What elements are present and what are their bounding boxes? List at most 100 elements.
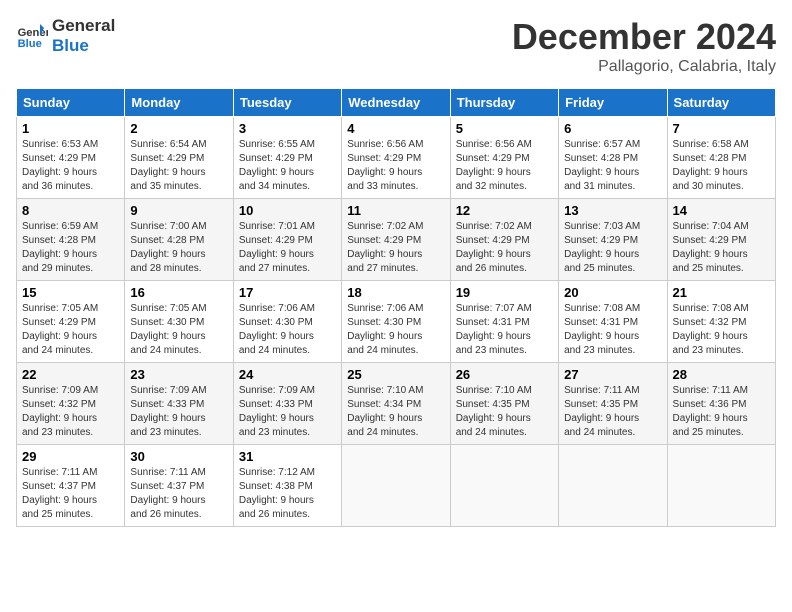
day-cell: 20Sunrise: 7:08 AMSunset: 4:31 PMDayligh… xyxy=(559,281,667,363)
weekday-wednesday: Wednesday xyxy=(342,89,450,117)
day-cell: 12Sunrise: 7:02 AMSunset: 4:29 PMDayligh… xyxy=(450,199,558,281)
day-cell: 11Sunrise: 7:02 AMSunset: 4:29 PMDayligh… xyxy=(342,199,450,281)
day-info: Sunrise: 7:02 AMSunset: 4:29 PMDaylight:… xyxy=(456,220,553,276)
day-number: 6 xyxy=(564,121,661,136)
day-number: 18 xyxy=(347,285,444,300)
day-number: 26 xyxy=(456,367,553,382)
logo-blue: Blue xyxy=(52,36,115,56)
day-info: Sunrise: 6:53 AMSunset: 4:29 PMDaylight:… xyxy=(22,138,119,194)
day-cell: 23 Sunrise: 7:09 AMSunset: 4:33 PMDayligh… xyxy=(125,363,233,445)
day-cell: 24 Sunrise: 7:09 AMSunset: 4:33 PMDayligh… xyxy=(233,363,341,445)
day-info: Sunrise: 7:08 AMSunset: 4:32 PMDaylight:… xyxy=(673,302,770,358)
weekday-tuesday: Tuesday xyxy=(233,89,341,117)
day-number: 31 xyxy=(239,449,336,464)
day-number: 16 xyxy=(130,285,227,300)
day-info: Sunrise: 7:12 AMSunset: 4:38 PMDaylight:… xyxy=(239,466,336,522)
week-row-3: 15 Sunrise: 7:05 AMSunset: 4:29 PMDayligh… xyxy=(17,281,776,363)
day-number: 17 xyxy=(239,285,336,300)
week-row-2: 8 Sunrise: 6:59 AMSunset: 4:28 PMDaylight… xyxy=(17,199,776,281)
svg-text:Blue: Blue xyxy=(18,39,42,51)
day-cell xyxy=(667,445,775,527)
day-cell: 1 Sunrise: 6:53 AMSunset: 4:29 PMDaylight… xyxy=(17,117,125,199)
day-number: 30 xyxy=(130,449,227,464)
day-number: 28 xyxy=(673,367,770,382)
day-info: Sunrise: 6:54 AMSunset: 4:29 PMDaylight:… xyxy=(130,138,227,194)
day-cell: 10 Sunrise: 7:01 AMSunset: 4:29 PMDayligh… xyxy=(233,199,341,281)
day-info: Sunrise: 7:09 AMSunset: 4:33 PMDaylight:… xyxy=(239,384,336,440)
day-info: Sunrise: 7:09 AMSunset: 4:33 PMDaylight:… xyxy=(130,384,227,440)
day-info: Sunrise: 7:06 AMSunset: 4:30 PMDaylight:… xyxy=(347,302,444,358)
week-row-1: 1 Sunrise: 6:53 AMSunset: 4:29 PMDaylight… xyxy=(17,117,776,199)
day-cell: 22Sunrise: 7:09 AMSunset: 4:32 PMDayligh… xyxy=(17,363,125,445)
day-number: 23 xyxy=(130,367,227,382)
day-cell: 6 Sunrise: 6:57 AMSunset: 4:28 PMDaylight… xyxy=(559,117,667,199)
day-info: Sunrise: 6:57 AMSunset: 4:28 PMDaylight:… xyxy=(564,138,661,194)
day-info: Sunrise: 7:10 AMSunset: 4:34 PMDaylight:… xyxy=(347,384,444,440)
day-number: 24 xyxy=(239,367,336,382)
day-number: 10 xyxy=(239,203,336,218)
day-number: 20 xyxy=(564,285,661,300)
day-cell: 17 Sunrise: 7:06 AMSunset: 4:30 PMDayligh… xyxy=(233,281,341,363)
logo-general: General xyxy=(52,16,115,36)
day-cell: 28Sunrise: 7:11 AMSunset: 4:36 PMDayligh… xyxy=(667,363,775,445)
day-cell: 5Sunrise: 6:56 AMSunset: 4:29 PMDaylight… xyxy=(450,117,558,199)
day-info: Sunrise: 7:11 AMSunset: 4:37 PMDaylight:… xyxy=(130,466,227,522)
title-block: December 2024 Pallagorio, Calabria, Ital… xyxy=(512,16,776,76)
day-cell: 29Sunrise: 7:11 AMSunset: 4:37 PMDayligh… xyxy=(17,445,125,527)
day-cell: 4 Sunrise: 6:56 AMSunset: 4:29 PMDaylight… xyxy=(342,117,450,199)
day-info: Sunrise: 7:03 AMSunset: 4:29 PMDaylight:… xyxy=(564,220,661,276)
day-cell: 19 Sunrise: 7:07 AMSunset: 4:31 PMDayligh… xyxy=(450,281,558,363)
day-cell: 30 Sunrise: 7:11 AMSunset: 4:37 PMDayligh… xyxy=(125,445,233,527)
day-cell xyxy=(342,445,450,527)
day-cell: 31 Sunrise: 7:12 AMSunset: 4:38 PMDayligh… xyxy=(233,445,341,527)
weekday-saturday: Saturday xyxy=(667,89,775,117)
day-info: Sunrise: 7:11 AMSunset: 4:35 PMDaylight:… xyxy=(564,384,661,440)
day-info: Sunrise: 7:01 AMSunset: 4:29 PMDaylight:… xyxy=(239,220,336,276)
day-info: Sunrise: 6:58 AMSunset: 4:28 PMDaylight:… xyxy=(673,138,770,194)
location-subtitle: Pallagorio, Calabria, Italy xyxy=(512,58,776,76)
day-info: Sunrise: 7:11 AMSunset: 4:37 PMDaylight:… xyxy=(22,466,119,522)
day-info: Sunrise: 7:04 AMSunset: 4:29 PMDaylight:… xyxy=(673,220,770,276)
day-cell: 3 Sunrise: 6:55 AMSunset: 4:29 PMDaylight… xyxy=(233,117,341,199)
calendar-body: 1 Sunrise: 6:53 AMSunset: 4:29 PMDaylight… xyxy=(17,117,776,527)
day-info: Sunrise: 7:10 AMSunset: 4:35 PMDaylight:… xyxy=(456,384,553,440)
day-number: 11 xyxy=(347,203,444,218)
day-cell: 27Sunrise: 7:11 AMSunset: 4:35 PMDayligh… xyxy=(559,363,667,445)
day-number: 14 xyxy=(673,203,770,218)
day-number: 7 xyxy=(673,121,770,136)
day-number: 19 xyxy=(456,285,553,300)
day-number: 15 xyxy=(22,285,119,300)
logo: General Blue General Blue xyxy=(16,16,115,57)
day-cell: 21 Sunrise: 7:08 AMSunset: 4:32 PMDayligh… xyxy=(667,281,775,363)
day-info: Sunrise: 7:06 AMSunset: 4:30 PMDaylight:… xyxy=(239,302,336,358)
week-row-4: 22Sunrise: 7:09 AMSunset: 4:32 PMDayligh… xyxy=(17,363,776,445)
day-number: 21 xyxy=(673,285,770,300)
weekday-sunday: Sunday xyxy=(17,89,125,117)
day-info: Sunrise: 7:07 AMSunset: 4:31 PMDaylight:… xyxy=(456,302,553,358)
day-info: Sunrise: 6:59 AMSunset: 4:28 PMDaylight:… xyxy=(22,220,119,276)
day-number: 4 xyxy=(347,121,444,136)
day-cell: 9Sunrise: 7:00 AMSunset: 4:28 PMDaylight… xyxy=(125,199,233,281)
day-info: Sunrise: 7:05 AMSunset: 4:29 PMDaylight:… xyxy=(22,302,119,358)
day-cell xyxy=(450,445,558,527)
month-title: December 2024 xyxy=(512,16,776,58)
page-header: General Blue General Blue December 2024 … xyxy=(16,16,776,76)
day-cell: 14 Sunrise: 7:04 AMSunset: 4:29 PMDayligh… xyxy=(667,199,775,281)
day-info: Sunrise: 6:55 AMSunset: 4:29 PMDaylight:… xyxy=(239,138,336,194)
weekday-header-row: SundayMondayTuesdayWednesdayThursdayFrid… xyxy=(17,89,776,117)
logo-icon: General Blue xyxy=(16,20,48,52)
day-number: 8 xyxy=(22,203,119,218)
day-info: Sunrise: 7:09 AMSunset: 4:32 PMDaylight:… xyxy=(22,384,119,440)
day-info: Sunrise: 6:56 AMSunset: 4:29 PMDaylight:… xyxy=(347,138,444,194)
day-number: 13 xyxy=(564,203,661,218)
day-number: 1 xyxy=(22,121,119,136)
weekday-monday: Monday xyxy=(125,89,233,117)
day-cell: 26 Sunrise: 7:10 AMSunset: 4:35 PMDayligh… xyxy=(450,363,558,445)
weekday-thursday: Thursday xyxy=(450,89,558,117)
day-number: 3 xyxy=(239,121,336,136)
day-info: Sunrise: 6:56 AMSunset: 4:29 PMDaylight:… xyxy=(456,138,553,194)
day-cell: 15 Sunrise: 7:05 AMSunset: 4:29 PMDayligh… xyxy=(17,281,125,363)
day-cell: 7 Sunrise: 6:58 AMSunset: 4:28 PMDaylight… xyxy=(667,117,775,199)
day-info: Sunrise: 7:00 AMSunset: 4:28 PMDaylight:… xyxy=(130,220,227,276)
day-cell: 25Sunrise: 7:10 AMSunset: 4:34 PMDayligh… xyxy=(342,363,450,445)
